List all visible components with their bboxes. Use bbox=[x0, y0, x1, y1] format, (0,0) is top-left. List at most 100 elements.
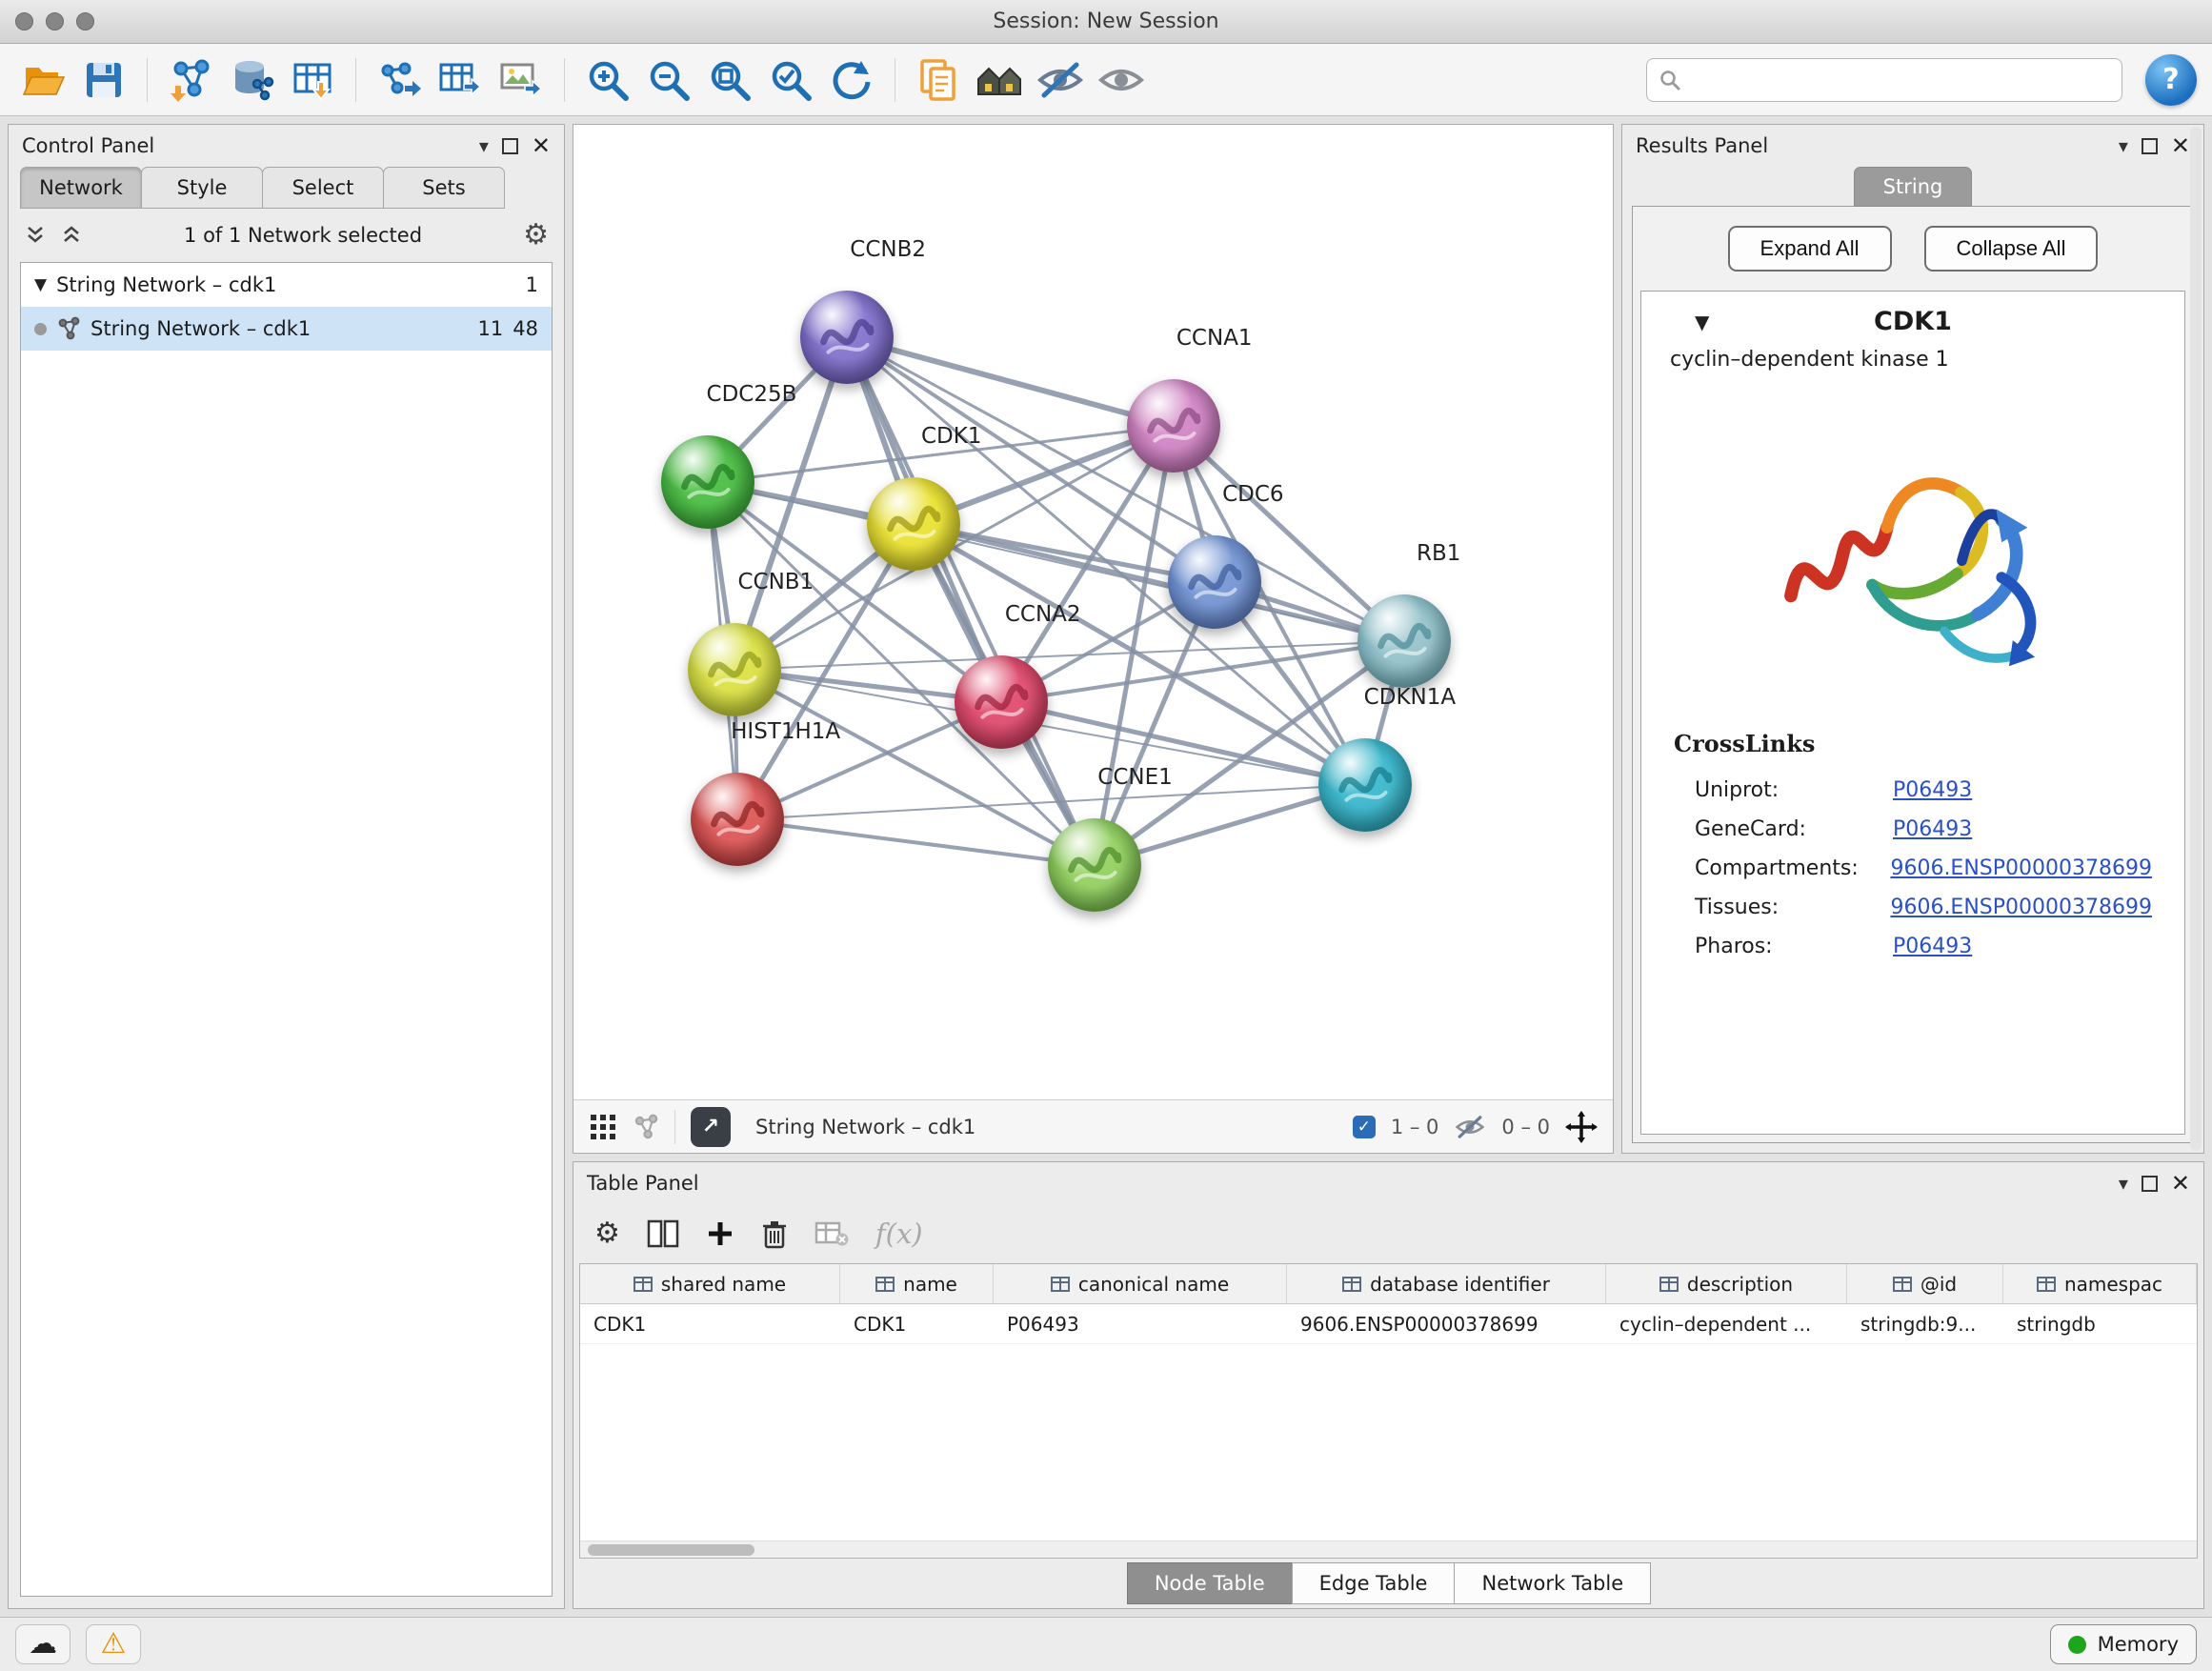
column-header[interactable]: canonical name bbox=[994, 1264, 1287, 1303]
network-canvas[interactable]: CCNB2CCNA1CDC25BCDK1CDC6RB1CCNB1CCNA2CDK… bbox=[573, 125, 1613, 1099]
maximize-window-button[interactable] bbox=[76, 12, 94, 30]
import-network-file-icon[interactable] bbox=[163, 52, 218, 108]
column-header[interactable]: shared name bbox=[580, 1264, 840, 1303]
node-CCNA1[interactable] bbox=[1127, 379, 1220, 473]
expand-all-chevrons-icon[interactable] bbox=[60, 224, 83, 247]
search-box[interactable] bbox=[1646, 58, 2122, 102]
open-session-icon[interactable] bbox=[15, 52, 70, 108]
zoom-in-icon[interactable] bbox=[580, 52, 635, 108]
show-eye-icon[interactable] bbox=[1094, 52, 1149, 108]
panel-close-icon[interactable]: ✕ bbox=[2171, 1170, 2190, 1197]
network-row-selected[interactable]: String Network – cdk1 11 48 bbox=[21, 307, 552, 351]
zoom-out-icon[interactable] bbox=[641, 52, 696, 108]
tab-edge-table[interactable]: Edge Table bbox=[1292, 1562, 1456, 1604]
panel-menu-icon[interactable]: ▾ bbox=[2119, 1174, 2128, 1193]
cell-shared-name[interactable]: CDK1 bbox=[580, 1304, 840, 1343]
node-HIST1H1A[interactable] bbox=[691, 773, 784, 866]
export-network-icon[interactable] bbox=[372, 52, 427, 108]
network-collection-row[interactable]: ▼ String Network – cdk1 1 bbox=[21, 263, 552, 307]
node-CCNA2[interactable] bbox=[955, 655, 1048, 749]
table-settings-gear-icon[interactable]: ⚙ bbox=[594, 1219, 620, 1248]
node-CCNE1[interactable] bbox=[1048, 818, 1141, 912]
collapse-all-chevrons-icon[interactable] bbox=[24, 224, 47, 247]
network-overview-icon[interactable] bbox=[633, 1114, 659, 1140]
add-column-icon[interactable] bbox=[706, 1219, 734, 1248]
tab-network[interactable]: Network bbox=[20, 167, 142, 209]
column-header[interactable]: description bbox=[1606, 1264, 1847, 1303]
column-header[interactable]: name bbox=[840, 1264, 994, 1303]
selected-nodes-checkbox-icon[interactable]: ✓ bbox=[1353, 1116, 1376, 1138]
import-table-icon[interactable] bbox=[285, 52, 340, 108]
protein-card-header[interactable]: ▼ CDK1 bbox=[1641, 292, 2184, 344]
export-table-icon[interactable] bbox=[432, 52, 488, 108]
grid-view-icon[interactable] bbox=[589, 1113, 617, 1141]
crosslink-link[interactable]: 9606.ENSP00000378699 bbox=[1890, 856, 2152, 880]
cell-description[interactable]: cyclin–dependent ... bbox=[1606, 1304, 1847, 1343]
minimize-window-button[interactable] bbox=[46, 12, 64, 30]
copy-document-icon[interactable] bbox=[911, 52, 966, 108]
help-button[interactable]: ? bbox=[2145, 54, 2197, 106]
refresh-layout-icon[interactable] bbox=[824, 52, 879, 108]
panel-close-icon[interactable]: ✕ bbox=[2171, 132, 2190, 159]
table-row[interactable]: CDK1 CDK1 P06493 9606.ENSP00000378699 cy… bbox=[580, 1304, 2197, 1344]
node-CCNB1[interactable] bbox=[688, 623, 781, 716]
node-CCNB2[interactable] bbox=[800, 291, 894, 384]
node-CDC25B[interactable] bbox=[661, 435, 754, 529]
results-scrollbar[interactable] bbox=[2190, 127, 2202, 1151]
close-window-button[interactable] bbox=[15, 12, 33, 30]
show-columns-icon[interactable] bbox=[647, 1219, 679, 1248]
save-session-icon[interactable] bbox=[76, 52, 131, 108]
zoom-selected-icon[interactable] bbox=[763, 52, 818, 108]
node-RB1[interactable] bbox=[1357, 594, 1451, 688]
crosslink-link[interactable]: P06493 bbox=[1893, 817, 1972, 841]
table-toolbar: ⚙ f(x) bbox=[573, 1204, 2203, 1263]
crosslink-link[interactable]: 9606.ENSP00000378699 bbox=[1890, 896, 2152, 919]
column-header[interactable]: namespac bbox=[2003, 1264, 2197, 1303]
show-all-houses-icon[interactable] bbox=[972, 52, 1027, 108]
panel-float-icon[interactable] bbox=[502, 138, 518, 154]
import-network-database-icon[interactable] bbox=[224, 52, 279, 108]
protein-collapse-caret-icon[interactable]: ▼ bbox=[1695, 311, 1709, 333]
node-table: shared name name canonical name database… bbox=[579, 1263, 2198, 1559]
hide-selected-eye-slash-icon[interactable] bbox=[1033, 52, 1088, 108]
crosslink-link[interactable]: P06493 bbox=[1893, 935, 1972, 958]
panel-float-icon[interactable] bbox=[2142, 1176, 2158, 1192]
gear-icon[interactable]: ⚙ bbox=[523, 221, 549, 250]
window-controls[interactable] bbox=[15, 12, 94, 30]
cell-name[interactable]: CDK1 bbox=[840, 1304, 994, 1343]
tab-network-table[interactable]: Network Table bbox=[1454, 1562, 1651, 1604]
cell-canonical-name[interactable]: P06493 bbox=[994, 1304, 1287, 1343]
panel-close-icon[interactable]: ✕ bbox=[532, 132, 551, 159]
delete-column-trash-icon[interactable] bbox=[761, 1218, 788, 1249]
column-header[interactable]: @id bbox=[1847, 1264, 2003, 1303]
tab-sets[interactable]: Sets bbox=[383, 167, 505, 209]
pan-crosshair-icon[interactable] bbox=[1565, 1111, 1598, 1143]
search-input[interactable] bbox=[1691, 69, 2110, 91]
tab-select[interactable]: Select bbox=[262, 167, 384, 209]
cell-namespace[interactable]: stringdb bbox=[2003, 1304, 2197, 1343]
node-CDC6[interactable] bbox=[1168, 535, 1261, 629]
tab-style[interactable]: Style bbox=[141, 167, 263, 209]
crosslink-link[interactable]: P06493 bbox=[1893, 778, 1972, 802]
column-header[interactable]: database identifier bbox=[1287, 1264, 1606, 1303]
cloud-status-button[interactable]: ☁ bbox=[15, 1624, 70, 1664]
node-CDKN1A[interactable] bbox=[1318, 738, 1412, 832]
export-image-icon[interactable] bbox=[493, 52, 549, 108]
open-in-new-window-icon[interactable]: ↗ bbox=[691, 1107, 731, 1147]
node-CDK1[interactable] bbox=[867, 477, 960, 571]
panel-menu-icon[interactable]: ▾ bbox=[2119, 136, 2128, 155]
cell-database-identifier[interactable]: 9606.ENSP00000378699 bbox=[1287, 1304, 1606, 1343]
table-horizontal-scrollbar[interactable] bbox=[580, 1540, 2197, 1558]
scrollbar-thumb[interactable] bbox=[588, 1544, 754, 1556]
panel-menu-icon[interactable]: ▾ bbox=[479, 136, 489, 155]
memory-button[interactable]: Memory bbox=[2050, 1624, 2197, 1664]
cell-id[interactable]: stringdb:9... bbox=[1847, 1304, 2003, 1343]
tab-string[interactable]: String bbox=[1854, 167, 1973, 207]
panel-float-icon[interactable] bbox=[2142, 138, 2158, 154]
expand-all-button[interactable]: Expand All bbox=[1728, 226, 1892, 272]
collapse-all-button[interactable]: Collapse All bbox=[1924, 226, 2099, 272]
tab-node-table[interactable]: Node Table bbox=[1127, 1562, 1293, 1604]
tree-expand-caret-icon[interactable]: ▼ bbox=[34, 275, 47, 294]
warnings-button[interactable]: ⚠ bbox=[86, 1624, 141, 1664]
zoom-fit-icon[interactable] bbox=[702, 52, 757, 108]
